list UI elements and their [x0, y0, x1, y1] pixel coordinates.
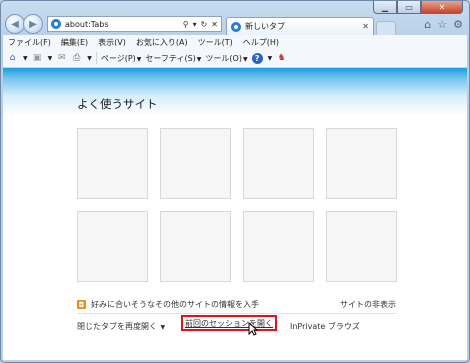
site-tile[interactable] [160, 211, 231, 282]
print-icon[interactable]: ⎙ [71, 53, 82, 63]
tab-close-icon[interactable]: ✕ [362, 22, 369, 31]
page-menu-label: ページ(P) [100, 53, 136, 63]
favorites-star-icon[interactable]: ☆ [437, 18, 447, 31]
home-icon[interactable]: ⌂ [424, 18, 431, 31]
reopen-last-session-link[interactable]: 前回のセッションを開く [185, 318, 273, 329]
menu-bar: ファイル(F) 編集(E) 表示(V) お気に入り(A) ツール(T) ヘルプ(… [3, 35, 467, 49]
menu-view[interactable]: 表示(V) [93, 37, 131, 48]
bottom-actions: 閉じたタブを再度開く ▼ 前回のセッションを開く InPrivate ブラウズ [77, 315, 396, 336]
stop-icon[interactable]: ✕ [211, 20, 218, 29]
new-tab-page: よく使うサイト ◘ 好みに合いそうなその他のサイトの情報を入手 サイトの非表示 … [3, 68, 467, 360]
site-tile[interactable] [326, 128, 397, 199]
safety-dropdown-icon: ▼ [196, 55, 202, 63]
reopen-dropdown-icon: ▼ [160, 323, 166, 331]
highlight-box: 前回のセッションを開く [181, 315, 277, 331]
research-icon[interactable]: ♞ [276, 53, 287, 63]
tab-new-tab[interactable]: 新しいタブ ✕ [226, 17, 374, 35]
tab-label: 新しいタブ [245, 22, 285, 31]
menu-edit[interactable]: 編集(E) [56, 37, 93, 48]
page-title: よく使うサイト [77, 97, 158, 111]
search-icon[interactable]: ⚲ [183, 20, 189, 29]
back-button[interactable]: ◀ [5, 14, 25, 34]
forward-arrow-icon: ▶ [29, 18, 37, 30]
back-arrow-icon: ◀ [11, 18, 19, 30]
page-dropdown-icon: ▼ [136, 55, 142, 63]
print-dropdown-icon[interactable]: ▼ [87, 55, 92, 62]
tools-dropdown-icon: ▼ [242, 55, 248, 63]
mail-icon[interactable]: ✉ [56, 53, 67, 63]
safety-menu[interactable]: セーフティ(S)▼ [145, 53, 201, 64]
browser-window: ▁ ▭ ✕ ◀ ▶ about:Tabs ⚲ ▾ ↻ ✕ 新しいタブ ✕ ⌂ ☆… [0, 0, 470, 363]
command-separator [95, 52, 97, 64]
safety-menu-label: セーフティ(S) [145, 53, 196, 63]
address-text: about:Tabs [65, 19, 109, 29]
new-tab-button[interactable] [376, 20, 396, 36]
home-dropdown-icon[interactable]: ▼ [23, 55, 28, 62]
address-bar[interactable]: about:Tabs ⚲ ▾ ↻ ✕ [47, 16, 222, 32]
site-tile[interactable] [243, 128, 314, 199]
divider [77, 313, 396, 314]
menu-favorites[interactable]: お気に入り(A) [131, 37, 193, 48]
mouse-pointer-icon [248, 322, 258, 336]
feeds-dropdown-icon[interactable]: ▼ [48, 55, 53, 62]
site-tile[interactable] [326, 211, 397, 282]
navigation-bar: ◀ ▶ about:Tabs ⚲ ▾ ↻ ✕ 新しいタブ ✕ ⌂ ☆ ⚙ [5, 13, 465, 36]
ie-page-icon [51, 19, 61, 29]
menu-file[interactable]: ファイル(F) [3, 37, 56, 48]
site-tile[interactable] [77, 211, 148, 282]
info-row: ◘ 好みに合いそうなその他のサイトの情報を入手 サイトの非表示 [77, 299, 396, 310]
site-tile[interactable] [243, 211, 314, 282]
feeds-icon[interactable]: ▣ [32, 53, 43, 63]
address-tools: ⚲ ▾ ↻ ✕ [183, 20, 218, 29]
hide-sites-link[interactable]: サイトの非表示 [340, 299, 396, 310]
help-icon[interactable]: ? [251, 52, 263, 64]
tools-menu-label: ツール(O) [205, 53, 242, 63]
reopen-closed-tabs-menu[interactable]: 閉じたタブを再度開く ▼ [77, 321, 165, 332]
menu-help[interactable]: ヘルプ(H) [238, 37, 284, 48]
menu-tools[interactable]: ツール(T) [193, 37, 238, 48]
inprivate-browsing-link[interactable]: InPrivate ブラウズ [290, 321, 360, 332]
reopen-closed-tabs-label: 閉じたタブを再度開く [77, 321, 157, 331]
suggested-sites-link[interactable]: 好みに合いそうなその他のサイトの情報を入手 [91, 299, 259, 310]
home-cmd-icon[interactable]: ⌂ [7, 53, 18, 63]
settings-gear-icon[interactable]: ⚙ [453, 18, 463, 31]
refresh-icon[interactable]: ↻ [201, 20, 208, 29]
ie-tab-icon [231, 21, 241, 32]
command-bar: ⌂ ▼ ▣ ▼ ✉ ⎙ ▼ ページ(P)▼ セーフティ(S)▼ ツール(O)▼ ? ▼ … [3, 49, 467, 68]
dropdown-icon[interactable]: ▾ [193, 20, 197, 29]
page-menu[interactable]: ページ(P)▼ [101, 53, 142, 64]
site-tile[interactable] [160, 128, 231, 199]
tools-menu[interactable]: ツール(O)▼ [205, 53, 247, 64]
help-dropdown-icon[interactable]: ▼ [268, 55, 273, 62]
suggested-sites-icon: ◘ [77, 300, 86, 309]
browser-right-icons: ⌂ ☆ ⚙ [424, 18, 465, 31]
forward-button[interactable]: ▶ [23, 14, 43, 34]
site-tile[interactable] [77, 128, 148, 199]
